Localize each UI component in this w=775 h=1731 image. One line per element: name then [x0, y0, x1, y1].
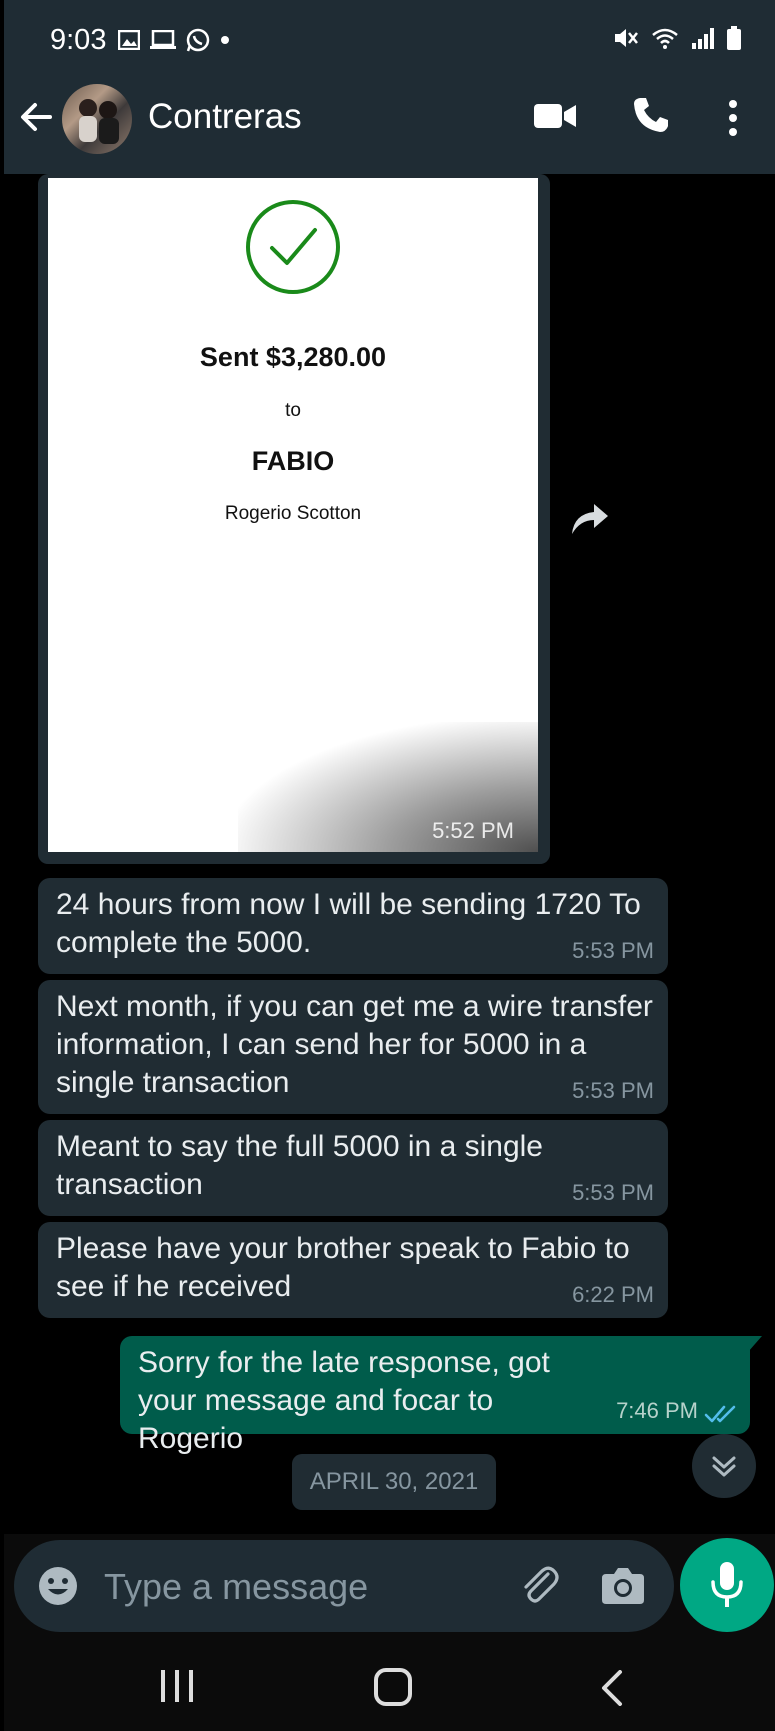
- receipt-recipient: FABIO: [251, 446, 335, 476]
- microphone-icon: [711, 1562, 743, 1607]
- message-time: 5:53 PM: [572, 938, 654, 963]
- receipt-to: to: [285, 400, 301, 421]
- status-system-icons: [613, 26, 741, 50]
- avatar-photo: [79, 99, 119, 144]
- message-text: 24 hours from now I will be sending 1720…: [56, 888, 641, 959]
- message-time: 5:53 PM: [572, 1180, 654, 1205]
- recent-apps-icon[interactable]: [160, 1668, 194, 1704]
- attachment-icon[interactable]: [518, 1564, 562, 1608]
- status-bar: 9:03: [4, 0, 775, 64]
- message-bubble-outgoing[interactable]: Sorry for the late response, got your me…: [120, 1336, 762, 1455]
- avatar[interactable]: [62, 84, 132, 154]
- phone-screen: 9:03 Contreras Sent $3,280.00 to FABIO R…: [4, 0, 775, 1731]
- mute-icon: [615, 29, 638, 47]
- camera-icon[interactable]: [602, 1566, 644, 1604]
- back-arrow-icon[interactable]: [18, 99, 54, 135]
- double-chevron-down-icon: [712, 1456, 736, 1477]
- scroll-to-bottom-button[interactable]: [692, 1434, 756, 1498]
- message-bubble-incoming[interactable]: Next month, if you can get me a wire tra…: [38, 980, 668, 1114]
- message-text: Please have your brother speak to Fabio …: [56, 1232, 630, 1303]
- forward-icon[interactable]: [570, 502, 610, 536]
- message-time: 6:22 PM: [572, 1282, 654, 1307]
- more-options-icon[interactable]: [728, 100, 738, 136]
- image-icon: [118, 30, 140, 50]
- receipt-sender: Rogerio Scotton: [224, 503, 362, 524]
- payment-receipt-image[interactable]: Sent $3,280.00 to FABIO Rogerio Scotton …: [48, 178, 538, 852]
- wifi-icon: [652, 28, 678, 49]
- image-message[interactable]: Sent $3,280.00 to FABIO Rogerio Scotton …: [38, 174, 550, 864]
- chat-messages[interactable]: Sent $3,280.00 to FABIO Rogerio Scotton …: [4, 174, 775, 1534]
- contact-name[interactable]: Contreras: [148, 97, 302, 137]
- dot-icon: [221, 36, 229, 44]
- laptop-icon: [150, 30, 176, 49]
- status-time: 9:03: [50, 24, 107, 56]
- message-bubble-incoming[interactable]: 24 hours from now I will be sending 1720…: [38, 878, 668, 974]
- message-text: Meant to say the full 5000 in a single t…: [56, 1130, 543, 1201]
- message-time: 7:46 PM: [616, 1398, 698, 1423]
- system-navigation-bar: [4, 1648, 775, 1731]
- message-time: 5:53 PM: [572, 1078, 654, 1103]
- phone-icon[interactable]: [632, 96, 670, 134]
- message-time: 5:52 PM: [432, 818, 514, 843]
- message-bubble-incoming[interactable]: Please have your brother speak to Fabio …: [38, 1222, 668, 1318]
- voice-message-button[interactable]: [680, 1538, 774, 1632]
- message-text: Sorry for the late response, got your me…: [138, 1346, 550, 1455]
- bubble-tail: [748, 1336, 762, 1352]
- date-divider: APRIL 30, 2021: [292, 1454, 496, 1510]
- video-call-icon[interactable]: [534, 102, 576, 130]
- chat-header: Contreras: [4, 64, 775, 174]
- whatsapp-icon: [186, 28, 210, 52]
- message-input[interactable]: [102, 1560, 506, 1614]
- signal-icon: [692, 28, 714, 49]
- nav-back-icon[interactable]: [600, 1670, 624, 1706]
- message-text: Next month, if you can get me a wire tra…: [56, 990, 653, 1099]
- receipt-amount: Sent $3,280.00: [199, 342, 387, 372]
- status-notification-icons: [118, 28, 230, 52]
- checkmark-circle-icon: [246, 200, 340, 294]
- message-composer: [14, 1540, 674, 1632]
- message-bubble-incoming[interactable]: Meant to say the full 5000 in a single t…: [38, 1120, 668, 1216]
- emoji-icon[interactable]: [38, 1566, 78, 1606]
- double-check-read-icon: [704, 1405, 736, 1423]
- home-icon[interactable]: [374, 1668, 412, 1706]
- battery-icon: [727, 26, 741, 50]
